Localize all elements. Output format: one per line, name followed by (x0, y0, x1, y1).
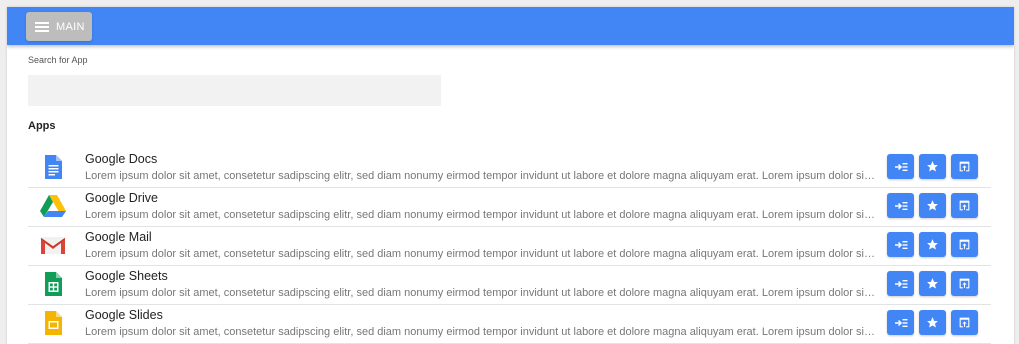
playlist-add-icon (894, 162, 908, 172)
app-list-item[interactable]: Google Mail Lorem ipsum dolor sit amet, c… (28, 227, 991, 266)
google-slides-icon (39, 309, 67, 337)
app-actions (887, 154, 983, 179)
add-to-menu-button[interactable] (887, 232, 914, 257)
open-button[interactable] (951, 271, 978, 296)
google-sheets-icon (39, 270, 67, 298)
add-to-menu-button[interactable] (887, 193, 914, 218)
google-mail-icon (39, 231, 67, 259)
app-list-item[interactable]: Google Sheets Lorem ipsum dolor sit amet,… (28, 266, 991, 305)
star-icon (926, 316, 939, 329)
app-list-item[interactable]: Google Docs Lorem ipsum dolor sit amet, c… (28, 149, 991, 188)
open-in-browser-icon (958, 199, 971, 212)
app-description: Lorem ipsum dolor sit amet, consetetur s… (85, 170, 875, 182)
add-to-menu-button[interactable] (887, 310, 914, 335)
open-in-browser-icon (958, 160, 971, 173)
star-icon (926, 199, 939, 212)
app-actions (887, 310, 983, 335)
favorite-button[interactable] (919, 271, 946, 296)
open-button[interactable] (951, 193, 978, 218)
app-name: Google Mail (85, 230, 152, 244)
app-list-item[interactable]: Google Slides Lorem ipsum dolor sit amet,… (28, 305, 991, 344)
main-menu-label: MAIN (56, 20, 85, 33)
google-drive-icon (39, 192, 67, 220)
playlist-add-icon (894, 240, 908, 250)
playlist-add-icon (894, 318, 908, 328)
app-actions (887, 271, 983, 296)
open-in-browser-icon (958, 238, 971, 251)
playlist-add-icon (894, 201, 908, 211)
app-actions (887, 193, 983, 218)
app-list: Google Docs Lorem ipsum dolor sit amet, c… (28, 149, 991, 344)
add-to-menu-button[interactable] (887, 271, 914, 296)
app-name: Google Drive (85, 191, 158, 205)
main-menu-button[interactable]: MAIN (26, 12, 92, 41)
app-description: Lorem ipsum dolor sit amet, consetetur s… (85, 287, 875, 299)
google-docs-icon (39, 153, 67, 181)
favorite-button[interactable] (919, 154, 946, 179)
star-icon (926, 160, 939, 173)
app-actions (887, 232, 983, 257)
search-label: Search for App (28, 55, 88, 65)
open-button[interactable] (951, 154, 978, 179)
app-name: Google Sheets (85, 269, 168, 283)
add-to-menu-button[interactable] (887, 154, 914, 179)
app-description: Lorem ipsum dolor sit amet, consetetur s… (85, 248, 875, 260)
app-name: Google Docs (85, 152, 158, 166)
app-description: Lorem ipsum dolor sit amet, consetetur s… (85, 209, 875, 221)
apps-section-title: Apps (28, 120, 56, 132)
top-app-bar: MAIN (7, 7, 1014, 45)
star-icon (926, 238, 939, 251)
favorite-button[interactable] (919, 310, 946, 335)
search-input[interactable] (28, 75, 441, 106)
open-button[interactable] (951, 310, 978, 335)
app-window: MAIN Search for App Apps Google Docs Lore… (7, 7, 1014, 344)
open-in-browser-icon (958, 316, 971, 329)
app-description: Lorem ipsum dolor sit amet, consetetur s… (85, 326, 875, 338)
open-button[interactable] (951, 232, 978, 257)
app-name: Google Slides (85, 308, 163, 322)
playlist-add-icon (894, 279, 908, 289)
favorite-button[interactable] (919, 232, 946, 257)
open-in-browser-icon (958, 277, 971, 290)
hamburger-menu-icon (35, 21, 49, 32)
favorite-button[interactable] (919, 193, 946, 218)
app-list-item[interactable]: Google Drive Lorem ipsum dolor sit amet, … (28, 188, 991, 227)
star-icon (926, 277, 939, 290)
